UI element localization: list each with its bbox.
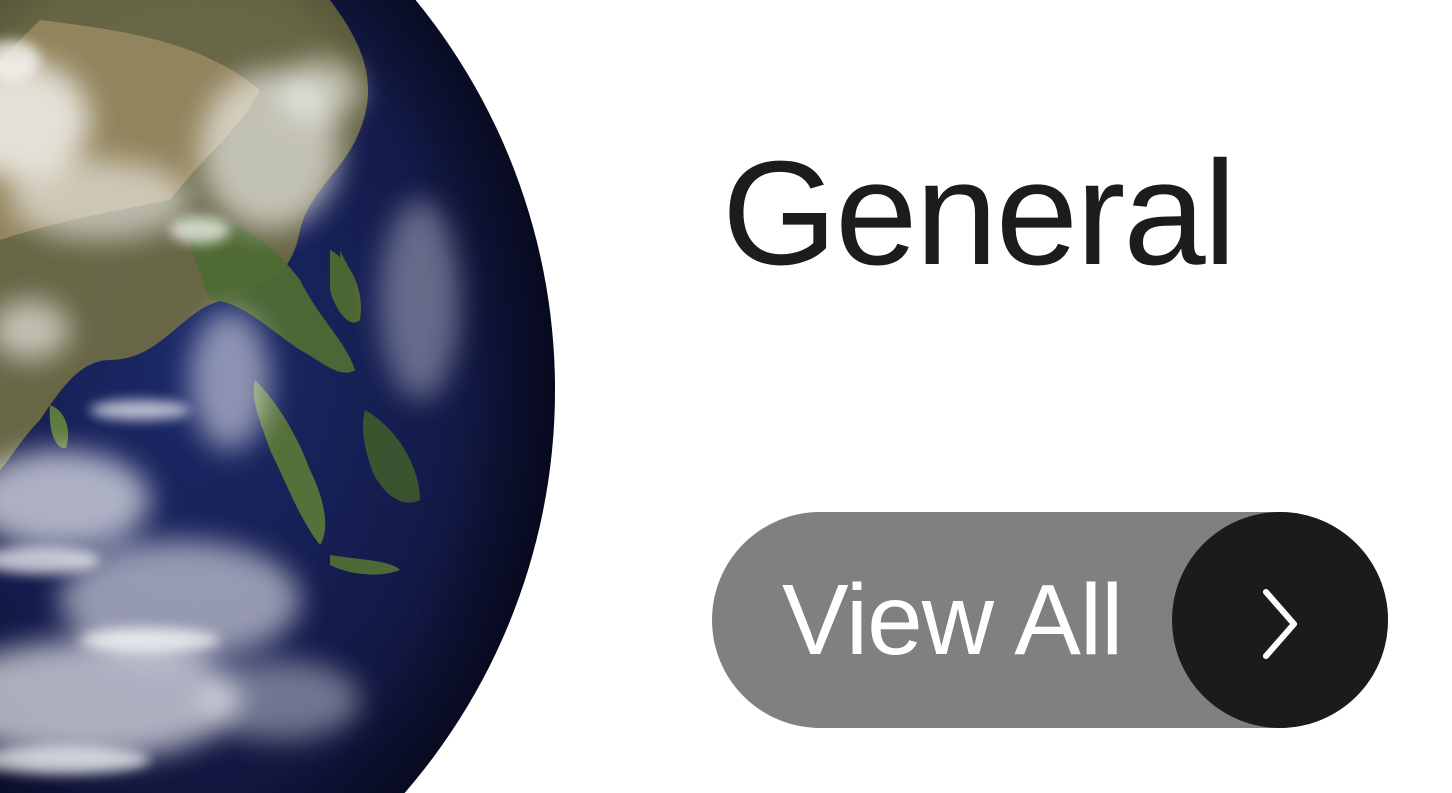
arrow-circle[interactable] [1172, 512, 1388, 728]
chevron-right-icon [1263, 589, 1297, 659]
earth-globe-image [0, 0, 560, 793]
category-card[interactable]: General View All [0, 0, 1452, 793]
view-all-button[interactable]: View All [712, 512, 1388, 728]
view-all-label: View All [782, 564, 1123, 676]
category-title: General [722, 131, 1237, 296]
